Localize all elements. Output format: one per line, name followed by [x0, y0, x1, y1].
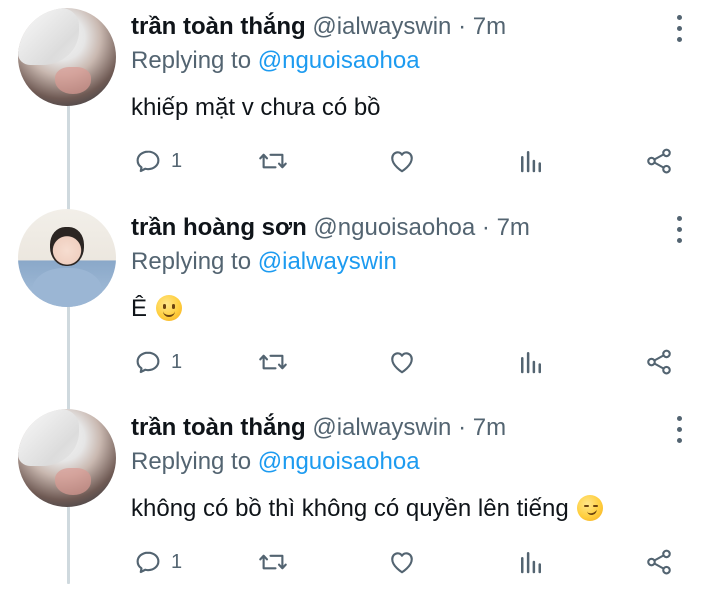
heart-icon [391, 552, 413, 574]
slightly-smiling-face-icon [155, 295, 182, 321]
tweet-actions: 1 [0, 346, 720, 378]
tweet-text: Ê [131, 294, 182, 324]
share-icon [647, 349, 671, 375]
heart-icon [391, 151, 413, 173]
replying-label: Replying to [131, 248, 252, 275]
views-button[interactable] [516, 145, 546, 177]
share-button[interactable] [644, 145, 674, 177]
tweet[interactable]: trần toàn thắng @ialwayswin · 7m Replyin… [0, 0, 720, 200]
reply-button[interactable]: 1 [133, 145, 182, 177]
timestamp[interactable]: 7m [497, 214, 530, 241]
tweet[interactable]: trần toàn thắng @ialwayswin · 7m Replyin… [0, 401, 720, 601]
tweet-text: không có bồ thì không có quyền lên tiếng [131, 494, 604, 524]
retweet-icon [259, 354, 287, 370]
user-handle[interactable]: @nguoisaohoa [313, 214, 475, 241]
retweet-button[interactable] [258, 346, 288, 378]
retweet-icon [259, 554, 287, 570]
more-icon[interactable] [676, 14, 684, 44]
tweet-header: trần toàn thắng @ialwayswin · 7m [131, 12, 506, 42]
share-button[interactable] [644, 546, 674, 578]
replying-to: Replying to @ialwayswin [131, 247, 397, 277]
avatar[interactable] [18, 8, 116, 106]
reply-icon [136, 351, 160, 374]
display-name[interactable]: trần toàn thắng [131, 13, 306, 40]
separator-dot: · [458, 414, 467, 441]
display-name[interactable]: trần toàn thắng [131, 414, 306, 441]
smirking-face-icon [577, 495, 604, 521]
timestamp[interactable]: 7m [473, 414, 506, 441]
reply-count: 1 [171, 350, 183, 373]
tweet-text: khiếp mặt v chưa có bồ [131, 93, 381, 123]
reply-button[interactable]: 1 [133, 546, 182, 578]
views-icon [521, 552, 541, 574]
share-icon [647, 549, 671, 575]
tweet[interactable]: trần hoàng sơn @nguoisaohoa · 7m Replyin… [0, 201, 720, 401]
reply-button[interactable]: 1 [133, 346, 182, 378]
share-button[interactable] [644, 346, 674, 378]
reply-count: 1 [171, 149, 183, 172]
views-icon [521, 352, 541, 374]
user-handle[interactable]: @ialwayswin [312, 414, 451, 441]
replying-label: Replying to [131, 47, 252, 74]
views-button[interactable] [516, 346, 546, 378]
reply-count: 1 [171, 550, 183, 573]
reply-icon [136, 150, 160, 173]
tweet-text-content: Ê [131, 295, 148, 322]
tweet-header: trần hoàng sơn @nguoisaohoa · 7m [131, 213, 530, 243]
like-button[interactable] [387, 145, 417, 177]
separator-dot: · [458, 13, 467, 40]
timestamp[interactable]: 7m [473, 13, 506, 40]
avatar[interactable] [18, 209, 116, 307]
retweet-button[interactable] [258, 546, 288, 578]
tweet-header: trần toàn thắng @ialwayswin · 7m [131, 413, 506, 443]
heart-icon [391, 352, 413, 374]
views-icon [521, 151, 541, 173]
views-button[interactable] [516, 546, 546, 578]
tweet-actions: 1 [0, 546, 720, 578]
separator-dot: · [481, 214, 490, 241]
more-icon[interactable] [676, 415, 684, 445]
retweet-icon [259, 153, 287, 169]
replying-to-link[interactable]: @nguoisaohoa [258, 47, 420, 74]
replying-to: Replying to @nguoisaohoa [131, 447, 420, 477]
share-icon [647, 148, 671, 174]
like-button[interactable] [387, 546, 417, 578]
like-button[interactable] [387, 346, 417, 378]
replying-label: Replying to [131, 448, 252, 475]
display-name[interactable]: trần hoàng sơn [131, 214, 307, 241]
reply-icon [136, 551, 160, 574]
retweet-button[interactable] [258, 145, 288, 177]
avatar[interactable] [18, 409, 116, 507]
replying-to-link[interactable]: @nguoisaohoa [258, 448, 420, 475]
tweet-text-content: không có bồ thì không có quyền lên tiếng [131, 495, 569, 522]
tweet-actions: 1 [0, 145, 720, 177]
replying-to: Replying to @nguoisaohoa [131, 46, 420, 76]
user-handle[interactable]: @ialwayswin [312, 13, 451, 40]
replying-to-link[interactable]: @ialwayswin [258, 248, 397, 275]
tweet-text-content: khiếp mặt v chưa có bồ [131, 94, 381, 121]
more-icon[interactable] [676, 215, 684, 245]
